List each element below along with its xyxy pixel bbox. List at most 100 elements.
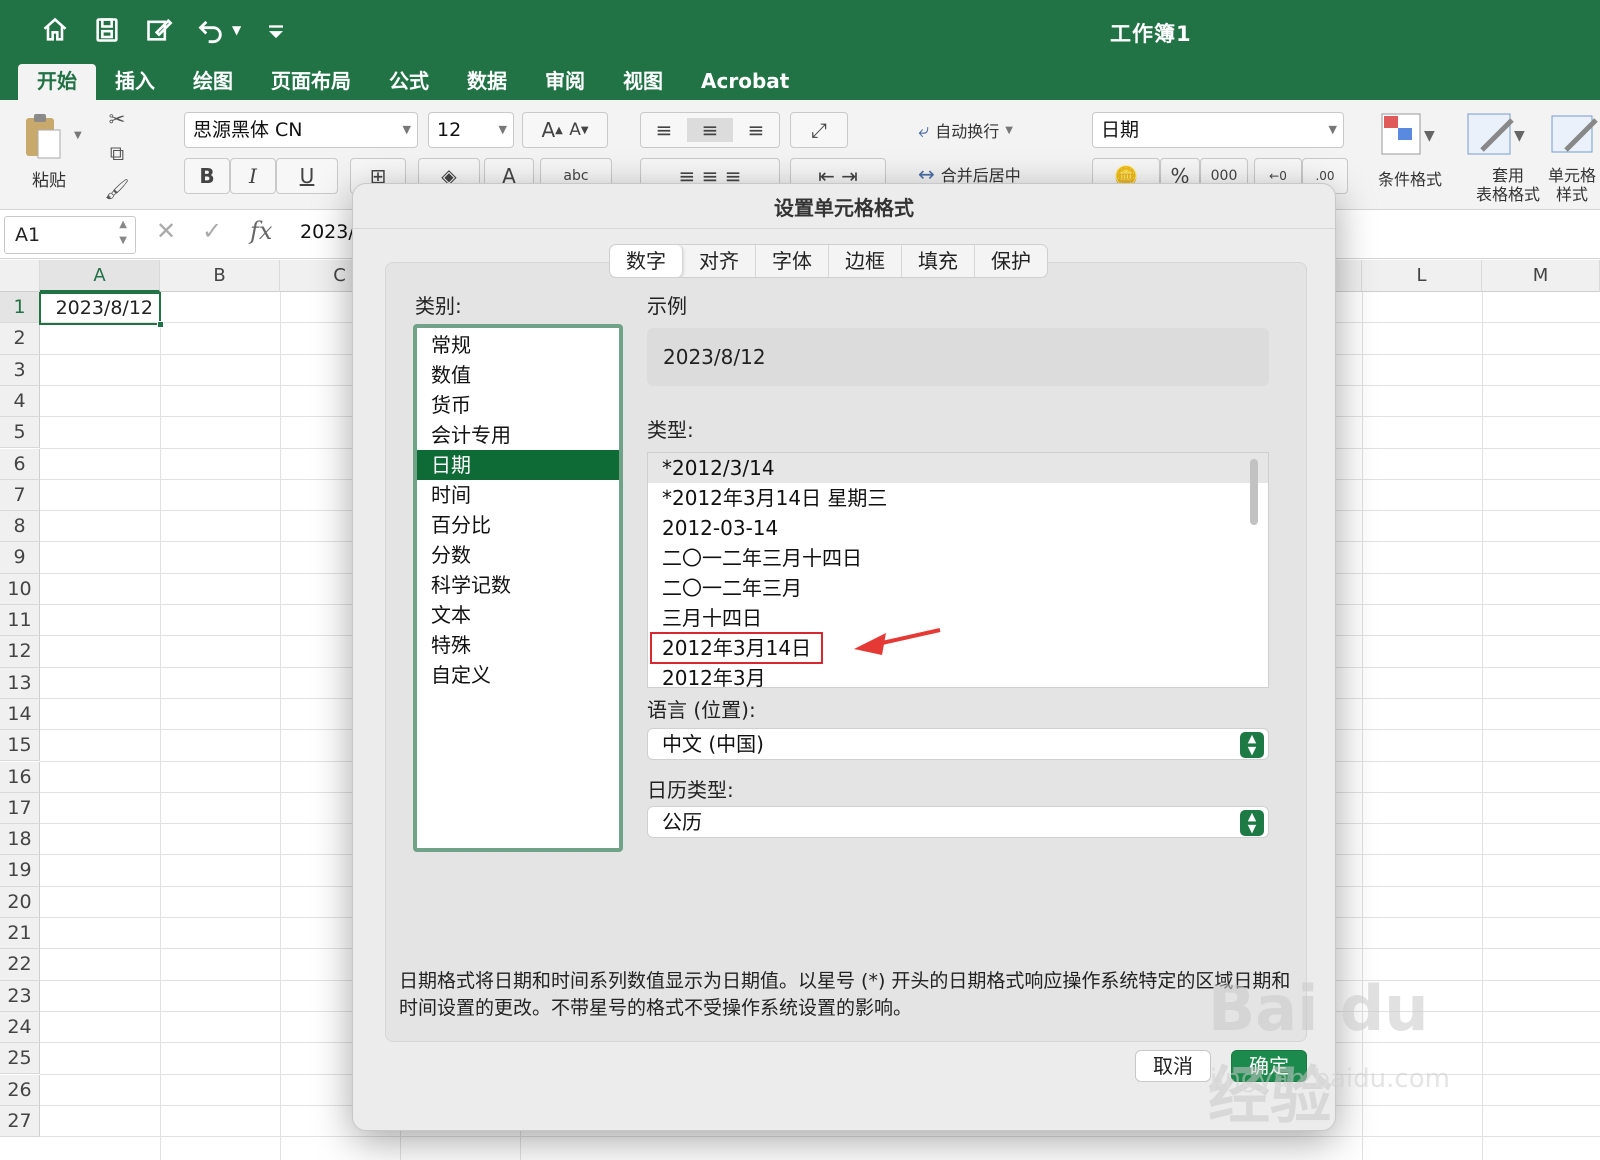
align-middle-icon[interactable]: ≡ <box>687 118 733 142</box>
paste-icon[interactable] <box>22 112 62 162</box>
undo-dropdown-icon[interactable]: ▼ <box>232 23 241 37</box>
list-item[interactable]: 百分比 <box>417 510 619 540</box>
undo-icon[interactable] <box>194 14 228 46</box>
row-header[interactable]: 7 <box>0 479 40 512</box>
font-grow-icon[interactable]: A <box>541 118 555 142</box>
formula-input[interactable]: 2023/ <box>300 221 355 243</box>
row-header[interactable]: 21 <box>0 918 40 950</box>
tab-border[interactable]: 边框 <box>829 245 902 277</box>
row-header[interactable]: 24 <box>0 1011 40 1044</box>
row-header[interactable]: 27 <box>0 1105 40 1138</box>
list-item[interactable]: 特殊 <box>417 630 619 660</box>
scrollbar-thumb[interactable] <box>1250 459 1258 525</box>
tab-draw[interactable]: 绘图 <box>174 64 252 100</box>
list-item[interactable]: 2012年3月 <box>648 663 1268 687</box>
row-header[interactable]: 13 <box>0 667 40 699</box>
row-header[interactable]: 15 <box>0 730 40 762</box>
row-header[interactable]: 9 <box>0 542 40 574</box>
row-header[interactable]: 12 <box>0 636 40 668</box>
list-item[interactable]: 会计专用 <box>417 420 619 450</box>
table-format-icon[interactable]: ▼ <box>1462 110 1532 160</box>
tab-font[interactable]: 字体 <box>756 245 829 277</box>
list-item[interactable]: 文本 <box>417 600 619 630</box>
list-item[interactable]: *2012年3月14日 星期三 <box>648 483 1268 513</box>
tab-view[interactable]: 视图 <box>604 64 682 100</box>
row-header[interactable]: 6 <box>0 448 40 480</box>
column-header-a[interactable]: A <box>40 260 160 292</box>
tab-formulas[interactable]: 公式 <box>370 64 448 100</box>
row-header[interactable]: 17 <box>0 792 40 825</box>
underline-button[interactable]: U <box>276 158 338 194</box>
column-header-l[interactable]: L <box>1362 260 1482 292</box>
list-item-highlighted[interactable]: 2012年3月14日 <box>648 632 1268 664</box>
cancel-entry-icon[interactable]: ✕ <box>156 217 176 245</box>
row-header[interactable]: 10 <box>0 573 40 605</box>
vertical-align-group[interactable]: ≡ ≡ ≡ <box>640 112 780 148</box>
type-list[interactable]: *2012/3/14 *2012年3月14日 星期三 2012-03-14 二〇… <box>647 452 1269 688</box>
row-header[interactable]: 26 <box>0 1074 40 1106</box>
list-item[interactable]: 数值 <box>417 360 619 390</box>
number-format-box[interactable]: 日期 ▼ <box>1092 112 1344 148</box>
edit-icon[interactable] <box>142 14 176 46</box>
tab-data[interactable]: 数据 <box>448 64 526 100</box>
list-item[interactable]: 分数 <box>417 540 619 570</box>
font-size-box[interactable]: 12 ▼ <box>428 112 514 148</box>
row-header[interactable]: 4 <box>0 385 40 418</box>
wrap-text-button[interactable]: ⤶ 自动换行 ▼ <box>918 118 1013 142</box>
select-all-corner[interactable] <box>0 260 40 292</box>
row-header[interactable]: 22 <box>0 949 40 981</box>
align-top-icon[interactable]: ≡ <box>641 118 687 142</box>
category-list[interactable]: 常规 数值 货币 会计专用 日期 时间 百分比 分数 科学记数 文本 特殊 自定… <box>413 324 623 852</box>
paste-dropdown-icon[interactable]: ▼ <box>74 130 82 141</box>
ok-button[interactable]: 确定 <box>1231 1050 1307 1082</box>
confirm-entry-icon[interactable]: ✓ <box>202 217 222 245</box>
tab-page-layout[interactable]: 页面布局 <box>252 64 370 100</box>
bold-button[interactable]: B <box>184 158 230 194</box>
italic-button[interactable]: I <box>230 158 276 194</box>
tab-fill[interactable]: 填充 <box>902 245 975 277</box>
column-header-m[interactable]: M <box>1482 260 1600 292</box>
cell-style-icon[interactable] <box>1548 110 1600 160</box>
row-header[interactable]: 1 <box>0 292 40 324</box>
conditional-format-icon[interactable]: ▼ <box>1376 110 1446 160</box>
fill-handle[interactable] <box>157 321 164 328</box>
insert-function-icon[interactable]: fx <box>250 217 272 245</box>
tab-acrobat[interactable]: Acrobat <box>682 64 808 100</box>
cancel-button[interactable]: 取消 <box>1135 1050 1211 1082</box>
calendar-select[interactable]: 公历 ▲ ▼ <box>647 806 1269 838</box>
list-item[interactable]: 三月十四日 <box>648 603 1268 633</box>
home-icon[interactable] <box>38 14 72 46</box>
font-grow-shrink[interactable]: A ▲ A ▼ <box>522 112 608 148</box>
name-box[interactable]: A1 ▲ ▼ <box>4 216 136 254</box>
tab-insert[interactable]: 插入 <box>96 64 174 100</box>
row-header[interactable]: 23 <box>0 980 40 1012</box>
row-header[interactable]: 5 <box>0 417 40 449</box>
row-header[interactable]: 11 <box>0 605 40 637</box>
list-item[interactable]: 自定义 <box>417 660 619 690</box>
tab-number[interactable]: 数字 <box>610 245 683 277</box>
list-item[interactable]: 二〇一二年三月 <box>648 573 1268 603</box>
tab-protection[interactable]: 保护 <box>975 245 1047 277</box>
row-header[interactable]: 25 <box>0 1043 40 1075</box>
list-item[interactable]: 二〇一二年三月十四日 <box>648 543 1268 573</box>
copy-icon[interactable]: ⧉ <box>104 140 130 166</box>
row-header[interactable]: 20 <box>0 886 40 918</box>
list-item[interactable]: 货币 <box>417 390 619 420</box>
orientation-icon[interactable]: ⤢ <box>790 112 848 148</box>
customize-icon[interactable] <box>259 14 293 46</box>
row-header[interactable]: 18 <box>0 824 40 856</box>
locale-select[interactable]: 中文 (中国) ▲ ▼ <box>647 728 1269 760</box>
list-item-selected[interactable]: *2012/3/14 <box>648 453 1268 483</box>
cell-a1[interactable]: 2023/8/12 <box>39 292 164 328</box>
list-item-selected[interactable]: 日期 <box>417 450 619 480</box>
list-item[interactable]: 常规 <box>417 330 619 360</box>
row-header[interactable]: 14 <box>0 698 40 731</box>
font-shrink-icon[interactable]: A <box>569 120 581 140</box>
row-header[interactable]: 2 <box>0 323 40 355</box>
row-header[interactable]: 16 <box>0 761 40 793</box>
row-header[interactable]: 19 <box>0 855 40 887</box>
tab-alignment[interactable]: 对齐 <box>683 245 756 277</box>
font-name-box[interactable]: 思源黑体 CN ▼ <box>184 112 418 148</box>
list-item[interactable]: 科学记数 <box>417 570 619 600</box>
list-item[interactable]: 2012-03-14 <box>648 513 1268 543</box>
